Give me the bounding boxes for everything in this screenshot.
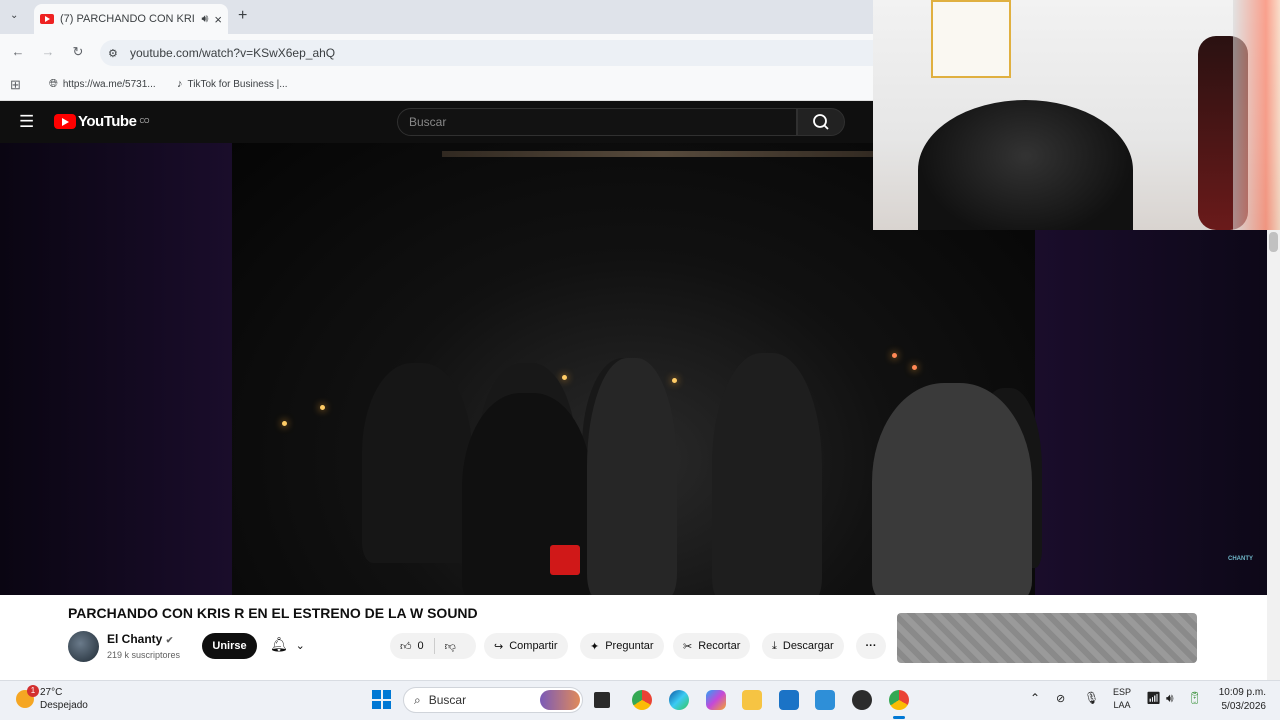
search-highlight-image: [540, 690, 580, 710]
clock[interactable]: 10:09 p.m. 5/03/2026: [1212, 686, 1266, 714]
browser-tab[interactable]: (7) PARCHANDO CON KRIS 🔊︎ ×: [34, 4, 228, 34]
tiktok-icon: ♪: [177, 78, 183, 90]
download-label: Descargar: [782, 640, 834, 652]
notification-badge: 1: [27, 685, 39, 697]
time: 10:09 p.m.: [1218, 687, 1266, 698]
download-icon: ⤓: [772, 639, 777, 652]
dislike-button[interactable]: 👎︎: [445, 640, 456, 653]
ask-button[interactable]: ✦ Preguntar: [580, 633, 664, 659]
like-dislike-group: 👍︎ 0 👎︎: [390, 633, 476, 659]
windows-logo-icon: [372, 690, 381, 699]
clip-button[interactable]: ✂ Recortar: [673, 633, 751, 659]
channel-name-text: El Chanty: [107, 632, 163, 646]
close-tab-icon[interactable]: ×: [214, 12, 222, 27]
subscriber-count: 219 k suscriptores: [107, 650, 181, 660]
join-button[interactable]: Unirse: [202, 633, 257, 659]
microphone-icon[interactable]: 🎙︎: [1084, 691, 1099, 705]
windows-logo-icon: [372, 700, 381, 709]
globe-icon: 🌐︎: [49, 78, 58, 90]
apps-grid-icon[interactable]: ⊞: [10, 77, 21, 93]
more-icon: ···: [865, 640, 877, 652]
tab-title: (7) PARCHANDO CON KRIS: [60, 13, 196, 25]
volume-icon[interactable]: 🔊︎: [1166, 691, 1174, 706]
youtube-logo[interactable]: YouTube CO: [54, 113, 149, 130]
verified-icon: ✔︎: [165, 635, 174, 645]
menu-icon[interactable]: ☰: [19, 112, 34, 132]
clip-label: Recortar: [698, 640, 741, 652]
sparkle-icon: ✦: [590, 640, 600, 653]
country-code: CO: [139, 118, 149, 125]
windows-logo-icon: [382, 700, 391, 709]
language-indicator[interactable]: ESP LAA: [1110, 686, 1134, 712]
scrollbar-thumb[interactable]: [1269, 232, 1278, 252]
forward-button[interactable]: →: [40, 44, 56, 60]
back-button[interactable]: ←: [10, 44, 26, 60]
like-count: 0: [417, 640, 424, 652]
bell-icon: 🔔︎: [270, 636, 288, 652]
notification-bell-button[interactable]: 🔔︎ ⌄: [270, 636, 305, 653]
store-icon[interactable]: [779, 690, 799, 710]
tab-search-chevron-icon[interactable]: ⌄: [10, 10, 18, 21]
bookmark-whatsapp[interactable]: 🌐︎ https://wa.me/5731...: [49, 78, 156, 91]
chevron-down-icon: ⌄: [295, 640, 305, 652]
notepad-icon[interactable]: [815, 690, 835, 710]
scissors-icon: ✂: [683, 640, 693, 653]
search-button[interactable]: [797, 108, 845, 136]
youtube-play-icon: [54, 114, 76, 129]
video-letterbox-left: [0, 143, 232, 595]
download-button[interactable]: ⤓ Descargar: [762, 633, 844, 659]
more-actions-button[interactable]: ···: [856, 633, 886, 659]
taskbar-search-label: Buscar: [428, 693, 467, 707]
video-letterbox-right: [1035, 230, 1267, 595]
youtube-favicon-icon: [40, 14, 54, 24]
logo-text: YouTube: [78, 113, 137, 130]
battery-icon[interactable]: 🔋︎: [1187, 691, 1202, 705]
active-app-indicator: [893, 716, 905, 719]
bookmark-label: TikTok for Business |...: [187, 78, 288, 90]
webcam-overlay: [873, 0, 1280, 230]
channel-avatar[interactable]: [68, 631, 99, 662]
share-icon: ↪: [494, 640, 504, 653]
temperature: 27°C: [40, 687, 63, 698]
windows-logo-icon: [382, 690, 391, 699]
date: 5/03/2026: [1221, 701, 1267, 712]
video-title: PARCHANDO CON KRIS R EN EL ESTRENO DE LA…: [68, 605, 478, 621]
lang-secondary: LAA: [1113, 700, 1131, 710]
start-button[interactable]: [372, 690, 391, 709]
new-tab-button[interactable]: +: [238, 7, 247, 25]
thumbs-down-icon: 👎︎: [444, 640, 456, 653]
share-label: Compartir: [509, 640, 558, 652]
address-bar[interactable]: ⚙ youtube.com/watch?v=KSwX6ep_ahQ: [100, 40, 873, 66]
channel-name[interactable]: El Chanty ✔︎: [107, 632, 173, 646]
file-explorer-icon[interactable]: [742, 690, 762, 710]
thumbs-up-icon: 👍︎: [400, 640, 412, 653]
reload-button[interactable]: ↻: [70, 44, 86, 60]
show-hidden-icons-button[interactable]: ⌃: [1030, 691, 1040, 705]
site-info-icon[interactable]: ⚙: [108, 47, 118, 60]
edge-icon[interactable]: [669, 690, 689, 710]
channel-watermark: CHANTY: [1228, 556, 1253, 562]
system-tray-icon[interactable]: ⊘: [1056, 692, 1065, 705]
like-button[interactable]: 👍︎ 0: [400, 640, 424, 653]
search-input[interactable]: Buscar: [397, 108, 797, 136]
copilot-icon[interactable]: [706, 690, 726, 710]
chrome-icon[interactable]: [632, 690, 652, 710]
taskbar-search[interactable]: ⌕ Buscar: [403, 687, 583, 713]
wifi-icon[interactable]: 📶︎: [1146, 691, 1161, 705]
weather-condition: Despejado: [40, 700, 88, 711]
search-icon: [813, 114, 829, 130]
search-icon: ⌕: [414, 692, 421, 707]
ask-label: Preguntar: [605, 640, 654, 652]
app-icon[interactable]: [852, 690, 872, 710]
task-view-icon[interactable]: [594, 692, 610, 708]
bookmark-label: https://wa.me/5731...: [62, 79, 156, 90]
share-button[interactable]: ↪ Compartir: [484, 633, 568, 659]
speaker-icon[interactable]: 🔊︎: [201, 13, 208, 26]
chrome-active-icon[interactable]: [889, 690, 909, 710]
page-scrollbar[interactable]: [1267, 230, 1280, 680]
lang-primary: ESP: [1112, 687, 1131, 697]
ad-banner[interactable]: [897, 613, 1197, 663]
bookmark-tiktok[interactable]: ♪ TikTok for Business |...: [177, 78, 288, 90]
url-text: youtube.com/watch?v=KSwX6ep_ahQ: [130, 46, 336, 60]
